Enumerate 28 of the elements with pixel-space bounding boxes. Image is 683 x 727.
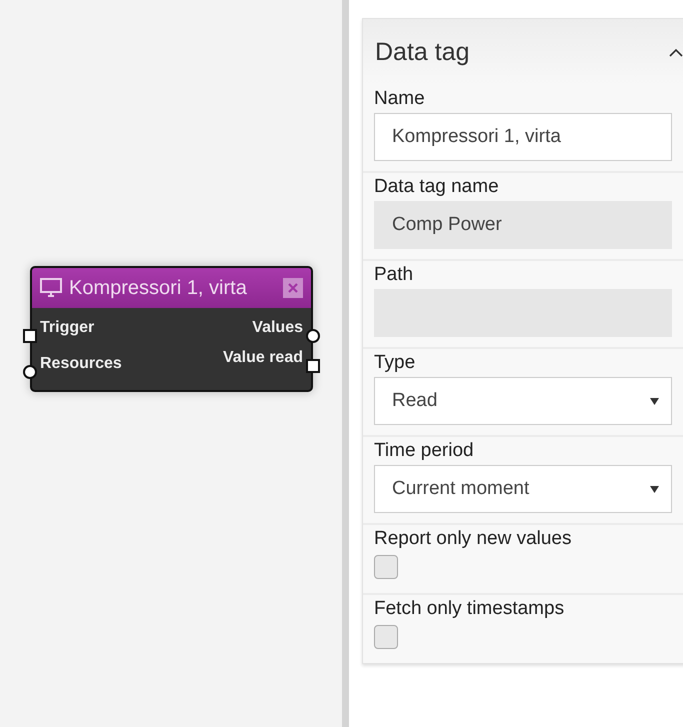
dropdown[interactable]: Current moment (374, 465, 672, 513)
checkbox[interactable] (374, 555, 398, 579)
dropdown[interactable]: Read (374, 377, 672, 425)
field-label: Time period (374, 439, 475, 463)
node-title: Kompressori 1, virta (69, 276, 248, 300)
checkbox[interactable] (374, 625, 398, 649)
field-label: Data tag name (374, 175, 500, 199)
field-label: Name (374, 87, 426, 111)
field-label: Path (374, 263, 414, 287)
port-label: Trigger (40, 319, 94, 337)
port-label: Resources (40, 355, 122, 373)
readonly-field: Comp Power (374, 201, 672, 249)
field-label: Report only new values (374, 527, 572, 551)
input-field[interactable]: Kompressori 1, virta (374, 113, 672, 161)
panel-title: Data tag (375, 38, 470, 66)
circle-port[interactable] (306, 329, 320, 343)
circle-port[interactable] (23, 365, 37, 379)
caret-icon (650, 398, 659, 404)
field-label: Type (374, 351, 416, 375)
square-port[interactable] (306, 359, 320, 373)
port-label: Value read (222, 349, 303, 367)
node-card[interactable]: Kompressori 1, virta Trigger Resources Values Value read (30, 266, 313, 392)
field-label: Fetch only timestamps (374, 597, 566, 621)
square-port[interactable] (23, 329, 37, 343)
caret-icon (650, 486, 659, 492)
port-label: Values (252, 319, 303, 337)
chevron-up-icon[interactable] (669, 48, 683, 56)
monitor-icon (40, 278, 62, 298)
